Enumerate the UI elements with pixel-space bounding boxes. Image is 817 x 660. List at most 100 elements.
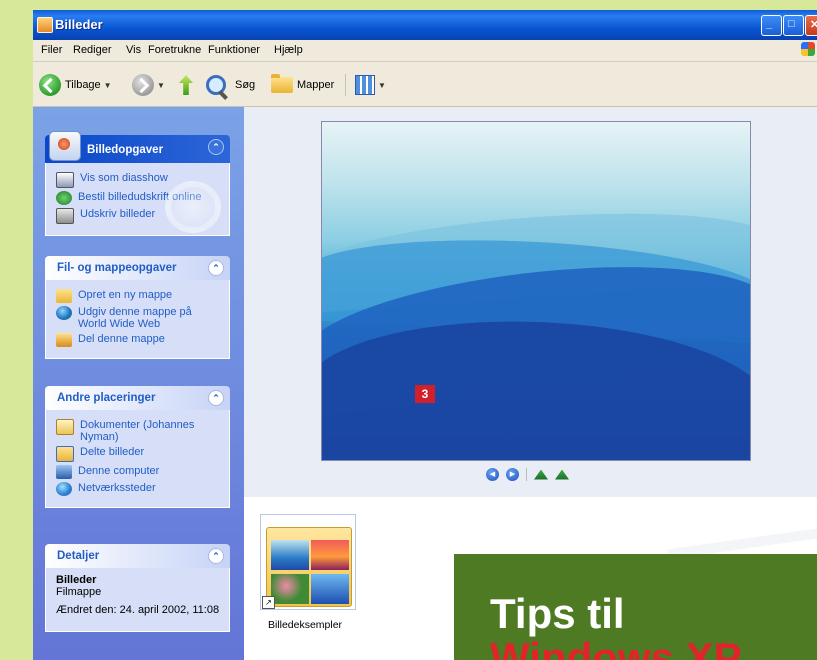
views-icon bbox=[355, 75, 375, 95]
task-label: Opret en ny mappe bbox=[78, 289, 173, 301]
details-panel: Detaljer ⌃ Billeder Filmappe Ændret den:… bbox=[45, 544, 230, 632]
picture-tasks-header[interactable]: Billedopgaver ⌃ bbox=[45, 131, 230, 163]
place-label: Netværkssteder bbox=[78, 482, 156, 494]
maximize-button[interactable]: □ bbox=[783, 15, 804, 36]
thumbnail-mountains bbox=[271, 540, 309, 570]
task-publish-web[interactable]: Udgiv denne mappe på World Wide Web bbox=[56, 306, 221, 330]
panel-title: Fil- og mappeopgaver bbox=[57, 262, 177, 274]
detail-type: Filmappe bbox=[56, 586, 102, 598]
share-folder-icon bbox=[56, 333, 72, 347]
panel-title: Detaljer bbox=[57, 550, 100, 562]
chevron-down-icon[interactable]: ▼ bbox=[378, 81, 386, 90]
folder-icon bbox=[266, 527, 352, 607]
place-label: Delte billeder bbox=[80, 446, 145, 458]
chevron-down-icon[interactable]: ▼ bbox=[104, 81, 112, 90]
back-button[interactable]: Tilbage ▼ bbox=[39, 72, 112, 98]
computer-icon bbox=[56, 465, 72, 479]
folder-app-icon bbox=[37, 17, 53, 33]
up-arrow-icon bbox=[179, 75, 193, 95]
menu-favorites[interactable]: Foretrukne bbox=[148, 44, 201, 56]
online-prints-icon bbox=[56, 191, 72, 205]
picture-tasks-panel: Billedopgaver ⌃ Vis som diasshow Bestil … bbox=[45, 131, 230, 236]
thumbnail-sunset bbox=[311, 540, 349, 570]
task-new-folder[interactable]: Opret en ny mappe bbox=[56, 289, 221, 303]
minimize-button[interactable]: _ bbox=[761, 15, 782, 36]
detail-folder-name: Billeder bbox=[56, 574, 97, 586]
title-bar[interactable]: Billeder _ □ ✕ bbox=[33, 10, 817, 40]
window-title: Billeder bbox=[55, 17, 103, 32]
preview-image[interactable]: 3 bbox=[321, 121, 751, 461]
task-label: Del denne mappe bbox=[78, 333, 165, 345]
collapse-icon[interactable]: ⌃ bbox=[208, 260, 224, 276]
menu-file[interactable]: Filer bbox=[41, 44, 62, 56]
next-image-button[interactable]: ▶ bbox=[506, 468, 519, 481]
task-pane: Billedopgaver ⌃ Vis som diasshow Bestil … bbox=[33, 107, 244, 660]
pictures-folder-icon bbox=[49, 131, 81, 161]
collapse-icon[interactable]: ⌃ bbox=[208, 390, 224, 406]
shortcut-arrow-icon: ↗ bbox=[262, 596, 275, 609]
close-icon: ✕ bbox=[810, 19, 817, 31]
toolbar: Tilbage ▼ ▼ Søg Mapper ▼ bbox=[33, 62, 817, 107]
thumbnail-water bbox=[311, 574, 349, 604]
thumbnail-flowers bbox=[271, 574, 309, 604]
folder-thumbnail[interactable]: ↗ bbox=[260, 514, 356, 610]
overlay-title: Tips til Windows XP bbox=[490, 592, 742, 660]
filmstrip-preview: 3 ◀ ▶ bbox=[244, 107, 817, 497]
search-label: Søg bbox=[235, 79, 256, 91]
camera-watermark-icon bbox=[165, 181, 221, 233]
rotate-counterclockwise-button[interactable] bbox=[555, 469, 569, 480]
other-places-header[interactable]: Andre placeringer ⌃ bbox=[45, 386, 230, 410]
panel-title: Billedopgaver bbox=[87, 144, 164, 156]
close-button[interactable]: ✕ bbox=[805, 15, 817, 36]
menu-view[interactable]: Vis bbox=[126, 44, 141, 56]
forward-arrow-icon bbox=[132, 74, 154, 96]
folders-button[interactable]: Mapper bbox=[271, 72, 334, 98]
menu-tools[interactable]: Funktioner bbox=[208, 44, 260, 56]
place-my-computer[interactable]: Denne computer bbox=[56, 465, 221, 479]
other-places-body: Dokumenter (Johannes Nyman) Delte billed… bbox=[45, 410, 230, 508]
place-label: Denne computer bbox=[78, 465, 160, 477]
menu-edit[interactable]: Rediger bbox=[73, 44, 112, 56]
maximize-icon: □ bbox=[788, 18, 795, 30]
up-folder-button[interactable] bbox=[179, 72, 193, 98]
toolbar-separator bbox=[345, 74, 346, 96]
minimize-icon: _ bbox=[766, 18, 773, 30]
previous-image-button[interactable]: ◀ bbox=[486, 468, 499, 481]
callout-badge: 3 bbox=[415, 385, 435, 403]
search-icon bbox=[206, 75, 226, 95]
file-tasks-header[interactable]: Fil- og mappeopgaver ⌃ bbox=[45, 256, 230, 280]
file-tasks-panel: Fil- og mappeopgaver ⌃ Opret en ny mappe… bbox=[45, 256, 230, 359]
magazine-overlay-box: Tips til Windows XP bbox=[454, 554, 817, 660]
forward-button[interactable]: ▼ bbox=[132, 72, 165, 98]
controls-separator bbox=[526, 468, 527, 481]
shared-pictures-icon bbox=[56, 446, 74, 462]
search-button[interactable]: Søg bbox=[206, 72, 255, 98]
documents-folder-icon bbox=[56, 419, 74, 435]
back-label: Tilbage bbox=[65, 79, 101, 91]
task-label: Udskriv billeder bbox=[80, 208, 156, 220]
new-folder-icon bbox=[56, 289, 72, 303]
place-network[interactable]: Netværkssteder bbox=[56, 482, 221, 496]
slideshow-icon bbox=[56, 172, 74, 188]
place-documents[interactable]: Dokumenter (Johannes Nyman) bbox=[56, 419, 221, 443]
chevron-down-icon[interactable]: ▼ bbox=[157, 81, 165, 90]
folders-label: Mapper bbox=[297, 79, 335, 91]
panel-title: Andre placeringer bbox=[57, 392, 156, 404]
collapse-icon[interactable]: ⌃ bbox=[208, 139, 224, 155]
back-arrow-icon bbox=[39, 74, 61, 96]
overlay-line2: Windows XP bbox=[490, 634, 742, 660]
globe-icon bbox=[56, 306, 72, 320]
collapse-icon[interactable]: ⌃ bbox=[208, 548, 224, 564]
views-button[interactable]: ▼ bbox=[355, 72, 386, 98]
task-label: Udgiv denne mappe på World Wide Web bbox=[78, 306, 192, 330]
details-header[interactable]: Detaljer ⌃ bbox=[45, 544, 230, 568]
task-share-folder[interactable]: Del denne mappe bbox=[56, 333, 221, 347]
place-shared-pictures[interactable]: Delte billeder bbox=[56, 446, 221, 462]
folder-label[interactable]: Billedeksempler bbox=[250, 619, 360, 631]
menu-help[interactable]: Hjælp bbox=[274, 44, 303, 56]
rotate-clockwise-button[interactable] bbox=[534, 469, 548, 480]
place-label: Dokumenter (Johannes Nyman) bbox=[80, 419, 195, 443]
file-tasks-body: Opret en ny mappe Udgiv denne mappe på W… bbox=[45, 280, 230, 359]
detail-modified: Ændret den: 24. april 2002, 11:08 bbox=[56, 604, 220, 616]
folder-icon bbox=[271, 74, 293, 93]
